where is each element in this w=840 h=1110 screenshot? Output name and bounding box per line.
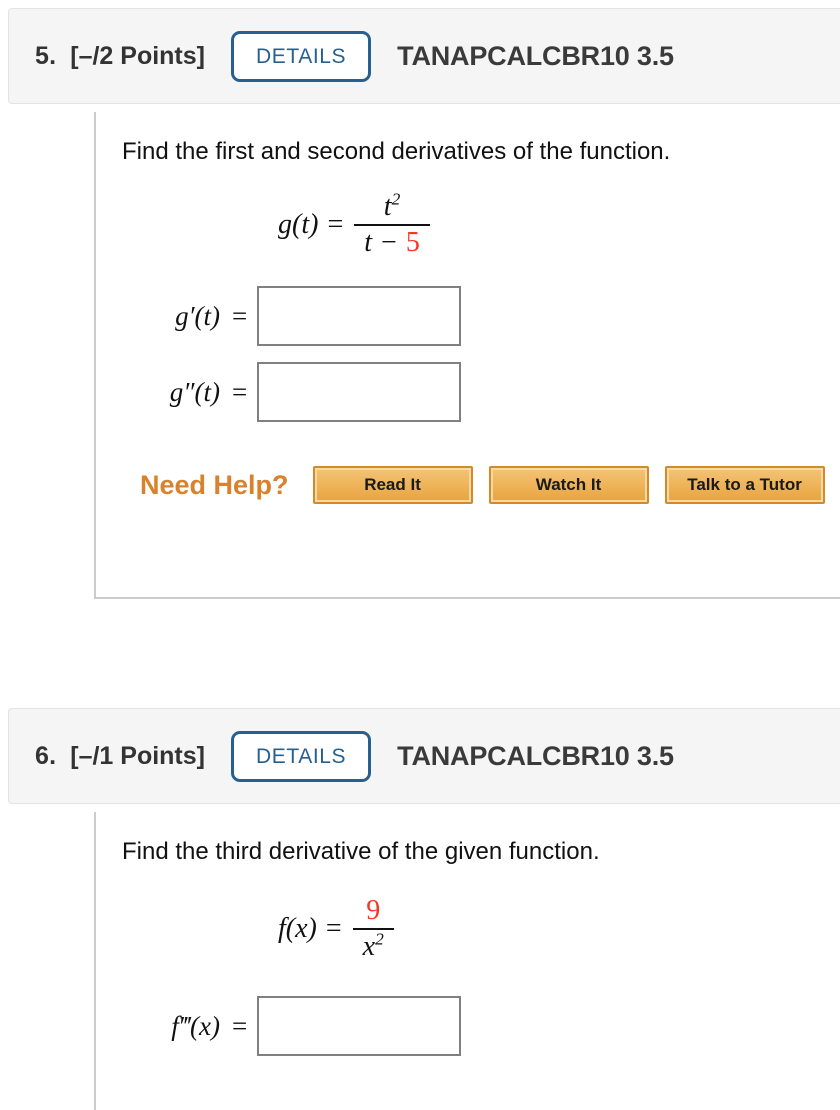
problem-prompt-5: Find the first and second derivatives of… xyxy=(122,138,671,165)
problem-header-5: 5. [–/2 Points] DETAILS TANAPCALCBR10 3.… xyxy=(8,8,840,104)
equation-5-numerator-base: t xyxy=(383,191,392,222)
need-help-label: Need Help? xyxy=(140,469,289,500)
equation-5-operator: = xyxy=(327,209,344,241)
problem-body-5: Find the first and second derivatives of… xyxy=(94,112,840,599)
answer-equals-gdoubleprime: = xyxy=(232,376,248,407)
problem-points-5: [–/2 Points] xyxy=(70,41,205,70)
talk-to-a-tutor-button[interactable]: Talk to a Tutor xyxy=(664,466,825,505)
answer-row-third-derivative: f‴(x) = xyxy=(96,996,840,1057)
equation-5-denominator-operator: − xyxy=(381,227,397,259)
answer-input-gdoubleprime[interactable] xyxy=(257,362,462,423)
read-it-button[interactable]: Read It xyxy=(312,466,473,505)
equation-6-denominator-base: x xyxy=(362,931,376,963)
equation-6-denominator: x2 xyxy=(353,930,394,964)
equation-6-lhs: f(x) xyxy=(278,913,317,945)
answer-input-gprime[interactable] xyxy=(257,286,462,347)
answer-row-first-derivative: g′(t) = xyxy=(96,286,840,347)
details-button-5[interactable]: DETAILS xyxy=(231,30,372,82)
answer-input-ftripleprime[interactable] xyxy=(257,996,462,1057)
equation-5-numerator: t2 xyxy=(374,190,410,224)
problem-header-6: 6. [–/1 Points] DETAILS TANAPCALCBR10 3.… xyxy=(8,708,840,804)
details-button-6[interactable]: DETAILS xyxy=(231,730,372,782)
answer-label-gprime: g′(t) xyxy=(175,300,220,331)
answer-label-ftripleprime: f‴(x) xyxy=(171,1010,220,1041)
assignment-page: 5. [–/2 Points] DETAILS TANAPCALCBR10 3.… xyxy=(0,0,840,1110)
problem-body-6: Find the third derivative of the given f… xyxy=(94,812,840,1110)
problem-prompt-6: Find the third derivative of the given f… xyxy=(122,838,600,865)
equation-6: f(x) = 9 x2 xyxy=(96,894,840,964)
equation-5-denominator-value: 5 xyxy=(405,227,420,259)
answer-equals-ftripleprime: = xyxy=(232,1010,248,1041)
equation-5-numerator-exponent: 2 xyxy=(391,189,401,209)
equation-5-denominator: t −5 xyxy=(354,226,430,260)
equation-5-lhs: g(t) xyxy=(278,209,319,241)
problem-reference-5: TANAPCALCBR10 3.5 xyxy=(397,40,674,71)
need-help-row: Need Help? Read It Watch It Talk to a Tu… xyxy=(96,466,840,505)
equation-6-numerator: 9 xyxy=(366,895,381,926)
answer-row-second-derivative: g″(t) = xyxy=(96,362,840,423)
watch-it-button[interactable]: Watch It xyxy=(488,466,649,505)
equation-6-fraction: 9 x2 xyxy=(352,894,394,964)
problem-number-6: 6. xyxy=(35,741,57,770)
problem-reference-6: TANAPCALCBR10 3.5 xyxy=(397,740,674,771)
equation-6-denominator-exponent: 2 xyxy=(375,929,384,949)
problem-points-6: [–/1 Points] xyxy=(70,741,205,770)
equation-5: g(t) = t2 t −5 xyxy=(96,190,840,260)
equation-5-fraction: t2 t −5 xyxy=(354,190,430,260)
equation-6-operator: = xyxy=(325,913,342,945)
problem-number-5: 5. xyxy=(35,41,57,70)
answer-label-gdoubleprime: g″(t) xyxy=(169,376,220,407)
equation-5-denominator-variable: t xyxy=(364,227,373,259)
answer-equals-gprime: = xyxy=(232,300,248,331)
